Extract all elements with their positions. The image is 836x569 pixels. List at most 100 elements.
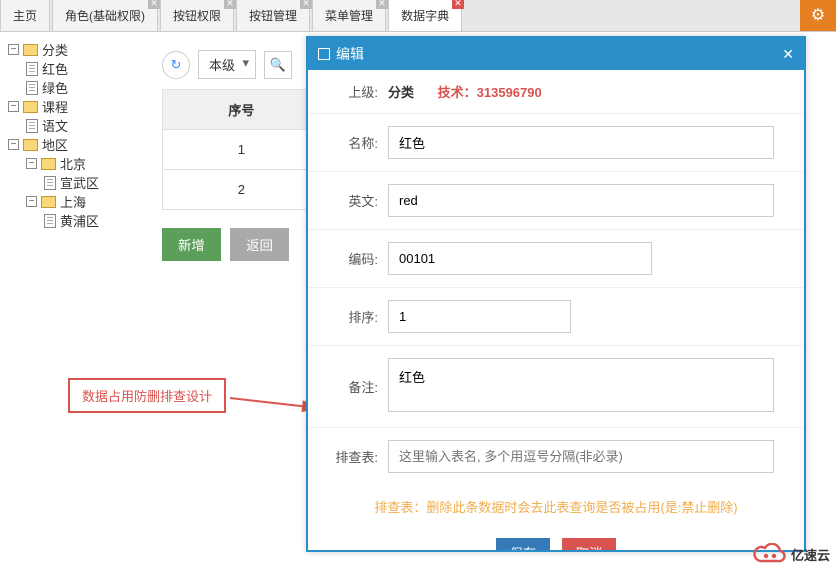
collapse-icon[interactable]: −: [26, 196, 37, 207]
row-tables: 排查表:: [308, 428, 804, 485]
tab-label: 菜单管理: [325, 9, 373, 23]
close-icon[interactable]: ✕: [376, 0, 388, 9]
callout-box: 数据占用防删排查设计: [68, 378, 226, 413]
tab-data-dict[interactable]: 数据字典✕: [388, 0, 462, 31]
row-remark: 备注:: [308, 346, 804, 428]
tab-btn-mgmt[interactable]: 按钮管理✕: [236, 0, 310, 31]
tab-label: 按钮权限: [173, 9, 221, 23]
search-icon: 🔍: [270, 57, 286, 73]
name-input[interactable]: [388, 126, 774, 159]
label-sort: 排序:: [318, 307, 378, 326]
tree-label: 地区: [42, 135, 68, 154]
tree-label: 北京: [60, 154, 86, 173]
label-name: 名称:: [318, 133, 378, 152]
value-parent: 分类 技术：313596790: [388, 82, 794, 101]
close-icon[interactable]: ✕: [782, 46, 794, 63]
tree-label: 语文: [42, 116, 68, 135]
tree-label: 宣武区: [60, 173, 99, 192]
tree-label: 课程: [42, 97, 68, 116]
dialog-titlebar[interactable]: 编辑 ✕: [308, 38, 804, 70]
row-code: 编码:: [308, 230, 804, 288]
tree-node-category[interactable]: − 分类: [8, 40, 158, 59]
tree-leaf-red[interactable]: 红色: [8, 59, 158, 78]
tree-label: 红色: [42, 59, 68, 78]
tech-value: 313596790: [477, 85, 542, 100]
collapse-icon[interactable]: −: [26, 158, 37, 169]
collapse-icon[interactable]: −: [8, 101, 19, 112]
brand-logo: 亿速云: [753, 543, 830, 565]
level-select[interactable]: 本级: [198, 50, 256, 79]
tab-label: 角色(基础权限): [65, 9, 145, 23]
tab-label: 数据字典: [401, 9, 449, 23]
save-button[interactable]: 保存: [496, 538, 551, 550]
add-button[interactable]: 新增: [162, 228, 221, 261]
tree-node-course[interactable]: − 课程: [8, 97, 158, 116]
cell-seq: 2: [163, 170, 321, 210]
tab-bar: 主页 角色(基础权限)✕ 按钮权限✕ 按钮管理✕ 菜单管理✕ 数据字典✕ ⚙: [0, 0, 836, 32]
tab-label: 主页: [13, 9, 37, 23]
tab-home[interactable]: 主页: [0, 0, 50, 31]
row-parent: 上级: 分类 技术：313596790: [308, 70, 804, 114]
gear-icon[interactable]: ⚙: [800, 0, 836, 31]
file-icon: [44, 176, 56, 190]
file-icon: [26, 119, 38, 133]
folder-icon: [23, 101, 38, 113]
row-name: 名称:: [308, 114, 804, 172]
cancel-button[interactable]: 取消: [562, 538, 617, 550]
label-en: 英文:: [318, 191, 378, 210]
window-icon: [318, 48, 330, 60]
remark-input[interactable]: [388, 358, 774, 412]
close-icon[interactable]: ✕: [300, 0, 312, 9]
folder-icon: [23, 44, 38, 56]
tables-input[interactable]: [388, 440, 774, 473]
refresh-icon: ↻: [171, 57, 182, 73]
tab-label: 按钮管理: [249, 9, 297, 23]
file-icon: [26, 62, 38, 76]
tree-leaf-xuanwu[interactable]: 宣武区: [8, 173, 158, 192]
tree-node-beijing[interactable]: − 北京: [8, 154, 158, 173]
label-remark: 备注:: [318, 377, 378, 396]
close-icon[interactable]: ✕: [452, 0, 464, 9]
tree-label: 上海: [60, 192, 86, 211]
tree-label: 分类: [42, 40, 68, 59]
collapse-icon[interactable]: −: [8, 139, 19, 150]
cloud-icon: [753, 543, 787, 565]
row-en: 英文:: [308, 172, 804, 230]
collapse-icon[interactable]: −: [8, 44, 19, 55]
refresh-button[interactable]: ↻: [162, 51, 190, 79]
tree-leaf-huangpu[interactable]: 黄浦区: [8, 211, 158, 230]
label-code: 编码:: [318, 249, 378, 268]
tech-label: 技术：: [438, 85, 477, 100]
note-text: 排查表：删除此条数据时会去此表查询是否被占用(是:禁止删除): [308, 485, 804, 528]
tab-role[interactable]: 角色(基础权限)✕: [52, 0, 158, 31]
dialog-title: 编辑: [336, 44, 364, 64]
file-icon: [26, 81, 38, 95]
dialog-body: 上级: 分类 技术：313596790 名称: 英文: 编码: 排序: 备注:: [308, 70, 804, 550]
folder-icon: [41, 158, 56, 170]
tree-node-region[interactable]: − 地区: [8, 135, 158, 154]
tab-btn-perm[interactable]: 按钮权限✕: [160, 0, 234, 31]
tab-menu-mgmt[interactable]: 菜单管理✕: [312, 0, 386, 31]
folder-icon: [41, 196, 56, 208]
tree-node-shanghai[interactable]: − 上海: [8, 192, 158, 211]
search-button[interactable]: 🔍: [264, 51, 292, 79]
back-button[interactable]: 返回: [230, 228, 289, 261]
tree-leaf-green[interactable]: 绿色: [8, 78, 158, 97]
parent-text: 分类: [388, 85, 414, 100]
tree-panel: −分类 红色 绿色 −课程 语文 −地区 −北京 宣武区 −上海 黄浦区: [8, 40, 158, 230]
col-seq: 序号: [163, 90, 321, 130]
en-input[interactable]: [388, 184, 774, 217]
brand-text: 亿速云: [791, 545, 830, 564]
label-tables: 排查表:: [318, 447, 378, 466]
close-icon[interactable]: ✕: [148, 0, 160, 9]
sort-input[interactable]: [388, 300, 571, 333]
folder-icon: [23, 139, 38, 151]
cell-seq: 1: [163, 130, 321, 170]
close-icon[interactable]: ✕: [224, 0, 236, 9]
dialog-buttons: 保存 取消: [308, 528, 804, 550]
row-sort: 排序:: [308, 288, 804, 346]
label-parent: 上级:: [318, 82, 378, 101]
tree-leaf-chinese[interactable]: 语文: [8, 116, 158, 135]
file-icon: [44, 214, 56, 228]
code-input[interactable]: [388, 242, 652, 275]
